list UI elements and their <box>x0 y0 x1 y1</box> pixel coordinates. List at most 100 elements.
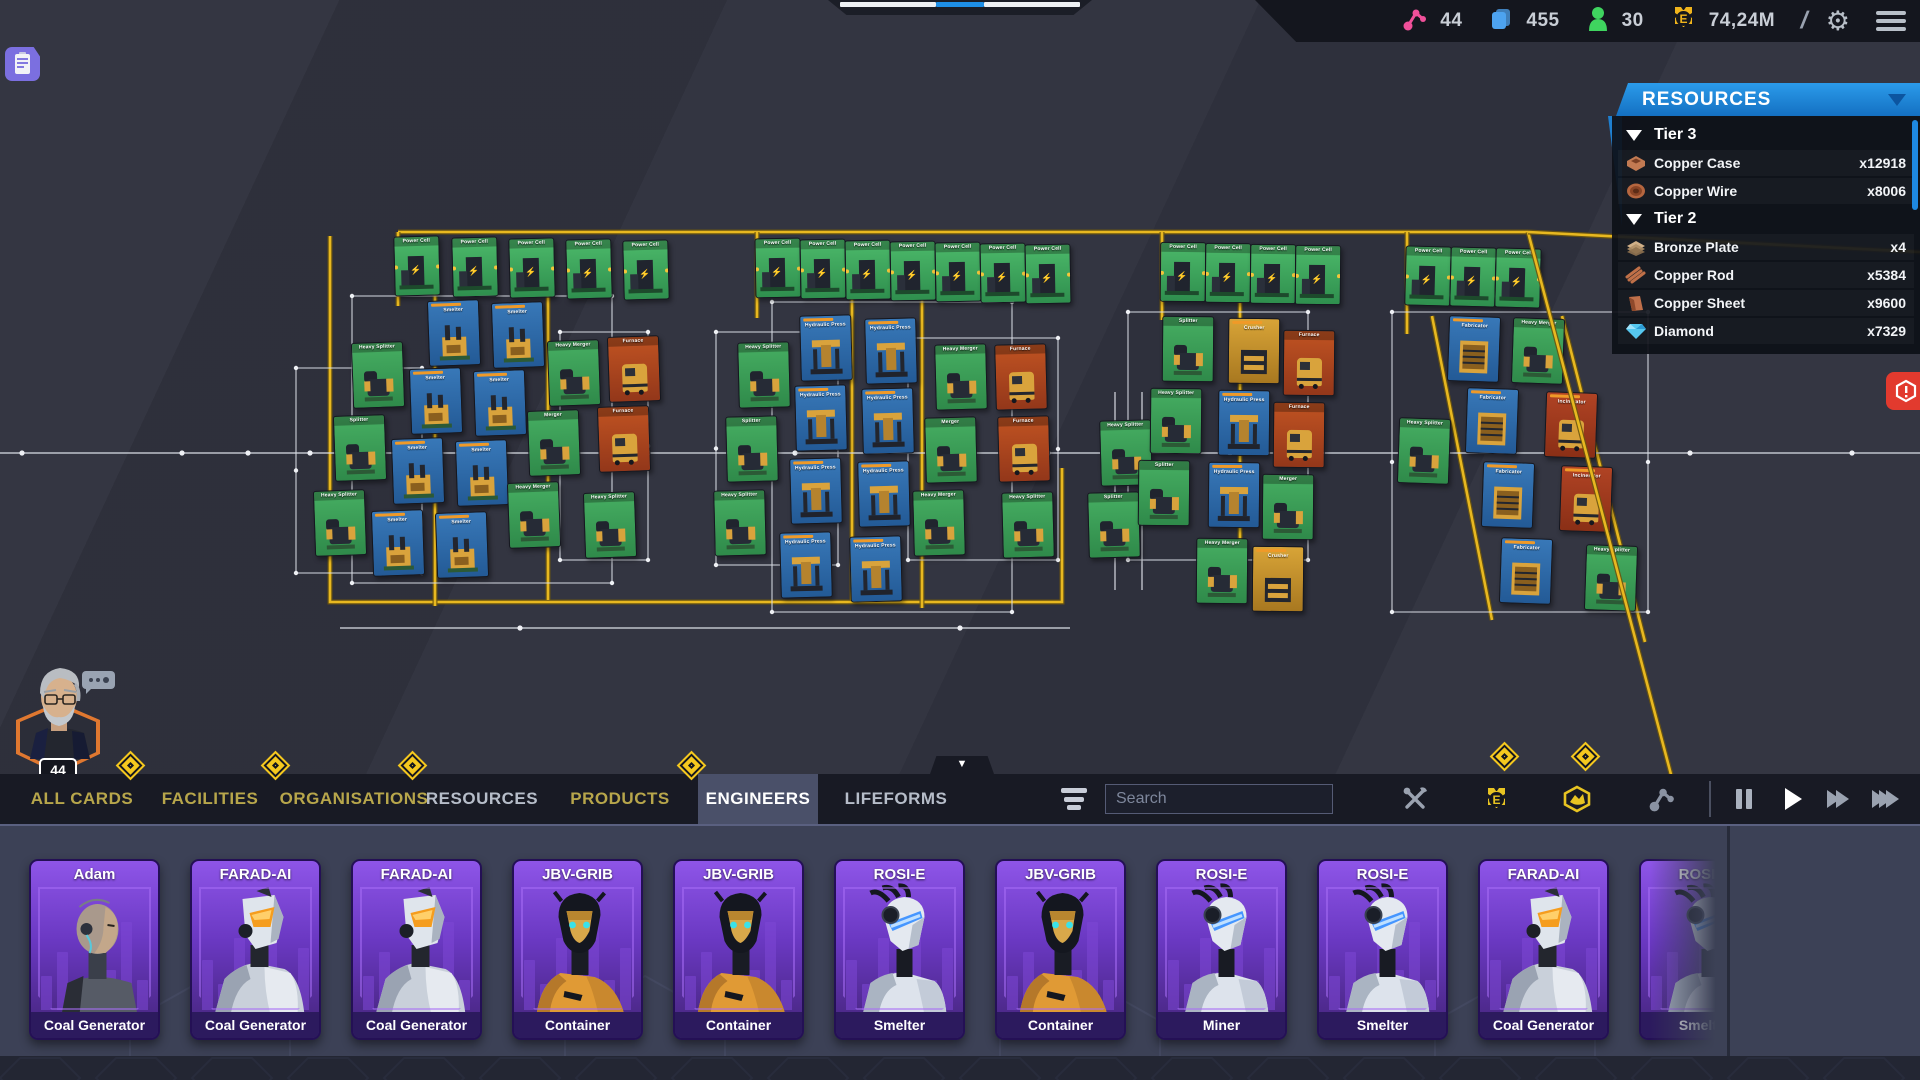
board-card-hsplit[interactable]: Heavy Splitter <box>1001 491 1055 558</box>
board-card-furnace[interactable]: Furnace <box>597 405 651 473</box>
energy-badge-icon[interactable]: E <box>1478 781 1514 817</box>
node-graph-icon[interactable] <box>1644 781 1680 817</box>
engineer-card-jbv-grib[interactable]: JBV-GRIBContainer <box>995 859 1126 1040</box>
board-card-power[interactable]: Power Cell⚡ <box>754 238 801 299</box>
board-card-smelter[interactable]: Smelter <box>473 369 527 437</box>
board-card-hsplit[interactable]: Heavy Splitter <box>313 489 367 557</box>
settings-gear-icon[interactable]: ⚙ <box>1826 8 1850 35</box>
board-card-smelter[interactable]: Smelter <box>391 437 445 505</box>
board-card-hsplit[interactable]: Heavy Splitter <box>1397 417 1451 485</box>
board-card-smelter[interactable]: Smelter <box>371 509 425 577</box>
board-card-incin[interactable]: Incinerator <box>1544 391 1598 459</box>
filter-icon[interactable] <box>1060 786 1088 812</box>
board-card-fab[interactable]: Fabricator <box>1481 461 1535 529</box>
fastest-forward-button[interactable] <box>1868 783 1902 815</box>
board-card-press[interactable]: Hydraulic Press <box>849 535 903 602</box>
board-card-power[interactable]: Power Cell⚡ <box>1205 243 1252 303</box>
engineer-card-farad-ai[interactable]: FARAD-AICoal Generator <box>190 859 321 1040</box>
board-card-power[interactable]: Power Cell⚡ <box>1449 246 1497 307</box>
board-card-crush[interactable]: Crusher <box>1252 546 1305 612</box>
board-card-power[interactable]: Power Cell⚡ <box>393 235 441 296</box>
board-card-smelter[interactable]: Smelter <box>409 367 463 435</box>
board-card-split[interactable]: Splitter <box>1162 316 1215 382</box>
search-input[interactable] <box>1105 784 1333 814</box>
tab-organisations[interactable]: ORGANISATIONS <box>280 774 428 824</box>
board-card-power[interactable]: Power Cell⚡ <box>1494 247 1542 308</box>
tab-lifeforms[interactable]: LIFEFORMS <box>848 774 944 824</box>
board-card-press[interactable]: Hydraulic Press <box>794 384 848 451</box>
board-card-power[interactable]: Power Cell⚡ <box>934 242 981 303</box>
board-card-split[interactable]: Splitter <box>333 414 387 482</box>
player-avatar[interactable]: 44 <box>8 655 138 780</box>
board-card-hmerge[interactable]: Heavy Merger <box>1196 538 1249 604</box>
board-card-hsplit[interactable]: Heavy Splitter <box>583 491 637 559</box>
board-card-power[interactable]: Power Cell⚡ <box>1160 242 1207 302</box>
board-card-power[interactable]: Power Cell⚡ <box>799 239 846 300</box>
board-card-power[interactable]: Power Cell⚡ <box>565 238 613 299</box>
board-card-hsplit[interactable]: Heavy Splitter <box>351 341 405 409</box>
board-card-furnace[interactable]: Furnace <box>994 343 1048 410</box>
resource-tier-header[interactable]: Tier 3 <box>1618 122 1914 148</box>
board-card-smelter[interactable]: Smelter <box>491 301 545 369</box>
board-card-power[interactable]: Power Cell⚡ <box>1024 244 1071 305</box>
board-card-power[interactable]: Power Cell⚡ <box>844 240 891 301</box>
board-card-press[interactable]: Hydraulic Press <box>789 457 843 524</box>
board-card-power[interactable]: Power Cell⚡ <box>1250 244 1297 304</box>
engineer-card-adam[interactable]: AdamCoal Generator <box>29 859 160 1040</box>
engineer-card-farad-ai[interactable]: FARAD-AICoal Generator <box>351 859 482 1040</box>
alert-hexagon-button[interactable] <box>1886 372 1920 410</box>
board-card-press[interactable]: Hydraulic Press <box>857 460 911 527</box>
board-card-incin[interactable]: Incinerator <box>1559 465 1613 533</box>
board-card-fab[interactable]: Fabricator <box>1447 315 1501 383</box>
board-card-press[interactable]: Hydraulic Press <box>779 531 833 598</box>
board-card-split[interactable]: Splitter <box>1138 460 1191 526</box>
board-card-smelter[interactable]: Smelter <box>455 439 509 507</box>
board-card-power[interactable]: Power Cell⚡ <box>622 239 670 300</box>
board-card-merge[interactable]: Merger <box>1262 474 1315 540</box>
board-card-hmerge[interactable]: Heavy Merger <box>1511 317 1565 385</box>
engineer-card-rosi-e[interactable]: ROSI-EMiner <box>1156 859 1287 1040</box>
board-card-press[interactable]: Hydraulic Press <box>799 314 853 381</box>
board-card-power[interactable]: Power Cell⚡ <box>1404 245 1452 306</box>
board-card-smelter[interactable]: Smelter <box>427 299 481 367</box>
board-card-merge[interactable]: Merger <box>924 416 978 483</box>
board-card-hmerge[interactable]: Heavy Merger <box>912 489 966 556</box>
board-card-split[interactable]: Splitter <box>1087 491 1141 558</box>
board-card-split[interactable]: Splitter <box>725 415 779 482</box>
pause-button[interactable] <box>1727 783 1761 815</box>
board-card-press[interactable]: Hydraulic Press <box>1218 390 1271 456</box>
board-card-furnace[interactable]: Furnace <box>1273 402 1326 468</box>
engineer-card-rosi-e[interactable]: ROSI-ESmelter <box>834 859 965 1040</box>
board-card-fab[interactable]: Fabricator <box>1465 387 1519 455</box>
board-card-power[interactable]: Power Cell⚡ <box>889 241 936 302</box>
engineer-card-farad-ai[interactable]: FARAD-AICoal Generator <box>1478 859 1609 1040</box>
resource-tier-header[interactable]: Tier 2 <box>1618 206 1914 232</box>
board-card-hmerge[interactable]: Heavy Merger <box>934 343 988 410</box>
engineer-card-jbv-grib[interactable]: JBV-GRIBContainer <box>673 859 804 1040</box>
fast-forward-button[interactable] <box>1821 783 1855 815</box>
play-button[interactable] <box>1776 783 1810 815</box>
board-card-hsplit[interactable]: Heavy Splitter <box>1584 544 1638 612</box>
engineer-card-jbv-grib[interactable]: JBV-GRIBContainer <box>512 859 643 1040</box>
board-card-smelter[interactable]: Smelter <box>435 511 489 579</box>
board-card-hsplit[interactable]: Heavy Splitter <box>737 341 791 408</box>
resources-panel-header[interactable]: RESOURCES <box>1612 83 1920 116</box>
gem-hex-icon[interactable] <box>1559 781 1595 817</box>
board-card-power[interactable]: Power Cell⚡ <box>1295 245 1342 305</box>
tasks-clipboard-button[interactable] <box>5 47 40 81</box>
engineer-card-rosi-e[interactable]: ROSI-ESmelter <box>1317 859 1448 1040</box>
board-card-power[interactable]: Power Cell⚡ <box>979 243 1026 304</box>
board-card-hmerge[interactable]: Heavy Merger <box>547 339 601 407</box>
board-card-press[interactable]: Hydraulic Press <box>1208 462 1261 528</box>
board-card-furnace[interactable]: Furnace <box>1283 330 1336 396</box>
build-tools-icon[interactable] <box>1397 781 1433 817</box>
board-card-furnace[interactable]: Furnace <box>997 415 1051 482</box>
tab-resources[interactable]: RESOURCES <box>432 774 532 824</box>
menu-hamburger-icon[interactable] <box>1876 11 1906 31</box>
board-card-press[interactable]: Hydraulic Press <box>861 387 915 454</box>
tab-all-cards[interactable]: ALL CARDS <box>26 774 138 824</box>
board-card-hmerge[interactable]: Heavy Merger <box>507 481 561 549</box>
board-card-crush[interactable]: Crusher <box>1228 318 1281 384</box>
tab-products[interactable]: PRODUCTS <box>572 774 668 824</box>
board-card-merge[interactable]: Merger <box>527 409 581 477</box>
